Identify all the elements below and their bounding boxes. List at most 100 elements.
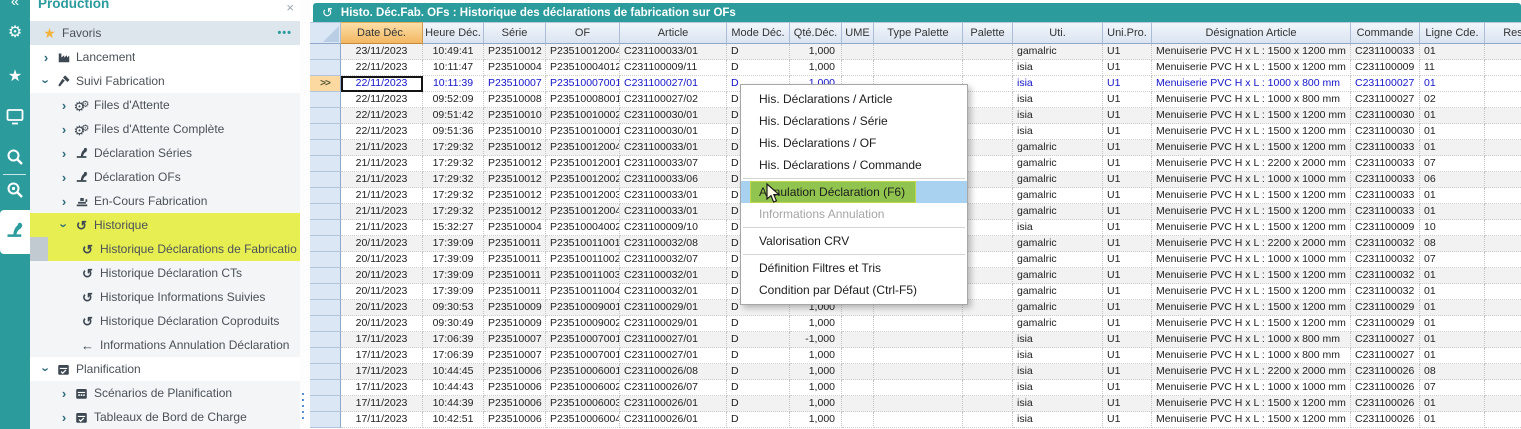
sidebar-item-informations-annulation-d-claration[interactable]: ←Informations Annulation Déclaration [30,333,300,357]
cell-ume[interactable] [842,396,874,412]
cell-uni_pro[interactable]: U1 [1103,300,1152,316]
sidebar-item-files-d-attente-compl-te[interactable]: ›⚙⚙Files d'Attente Complète [30,117,300,141]
cell-uti[interactable]: isia [1013,332,1103,348]
cell-date[interactable]: 20/11/2023 [341,316,423,332]
cell-uti[interactable]: gamalric [1013,156,1103,172]
cell-uni_pro[interactable]: U1 [1103,220,1152,236]
row-selector[interactable] [310,236,341,252]
cell-ume[interactable] [842,364,874,380]
cell-palette[interactable] [963,140,1013,156]
cell-ressource[interactable] [1485,252,1521,268]
cell-serie[interactable]: P23510011 [484,284,546,300]
cell-qte[interactable]: 1,000 [790,412,842,428]
cell-serie[interactable]: P23510008 [484,92,546,108]
cell-ligne[interactable]: 02 [1420,92,1485,108]
cell-heure[interactable]: 17:29:32 [423,188,484,204]
row-selector[interactable] [310,412,341,428]
cell-heure[interactable]: 10:49:41 [423,44,484,60]
cell-uni_pro[interactable]: U1 [1103,156,1152,172]
cell-ligne[interactable]: 08 [1420,364,1485,380]
cell-serie[interactable]: P23510010 [484,108,546,124]
cell-heure[interactable]: 10:11:39 [423,76,484,92]
cell-type_palette[interactable] [874,60,963,76]
cell-palette[interactable] [963,268,1013,284]
cell-ume[interactable] [842,316,874,332]
cell-palette[interactable] [963,332,1013,348]
column-header-qte[interactable]: Qté.Déc. [790,22,842,44]
column-header-mode[interactable]: Mode Déc. [727,22,790,44]
cell-uti[interactable]: isia [1013,396,1103,412]
cell-uti[interactable]: gamalric [1013,268,1103,284]
cell-uni_pro[interactable]: U1 [1103,108,1152,124]
cell-uti[interactable]: gamalric [1013,300,1103,316]
row-selector[interactable] [310,252,341,268]
cell-article[interactable]: C231100033/06 [620,172,727,188]
cell-uni_pro[interactable]: U1 [1103,124,1152,140]
cell-heure[interactable]: 17:39:09 [423,236,484,252]
cell-type_palette[interactable] [874,348,963,364]
chevron-down-icon[interactable]: › [57,217,72,233]
cell-designation[interactable]: Menuiserie PVC H x L : 2200 x 2000 mm [1152,364,1351,380]
column-header-of[interactable]: OF [546,22,620,44]
cell-palette[interactable] [963,300,1013,316]
cell-date[interactable]: 21/11/2023 [341,156,423,172]
row-selector[interactable] [310,108,341,124]
cell-date[interactable]: 20/11/2023 [341,252,423,268]
collapse-chevrons-icon[interactable]: « [0,0,30,10]
cell-uti[interactable]: isia [1013,60,1103,76]
cell-article[interactable]: C231100026/07 [620,380,727,396]
cell-uni_pro[interactable]: U1 [1103,188,1152,204]
row-selector[interactable] [310,316,341,332]
cell-ume[interactable] [842,380,874,396]
cell-article[interactable]: C231100032/08 [620,236,727,252]
cell-ligne[interactable]: 07 [1420,156,1485,172]
cell-commande[interactable]: C231100033 [1351,44,1420,60]
cell-ressource[interactable] [1485,156,1521,172]
cell-of[interactable]: P23510012002 [546,172,620,188]
cell-type_palette[interactable] [874,44,963,60]
cell-designation[interactable]: Menuiserie PVC H x L : 2200 x 2000 mm [1152,156,1351,172]
cell-article[interactable]: C231100030/01 [620,108,727,124]
cell-designation[interactable]: Menuiserie PVC H x L : 1000 x 800 mm [1152,332,1351,348]
cell-ume[interactable] [842,332,874,348]
row-selector[interactable] [310,156,341,172]
cell-date[interactable]: 21/11/2023 [341,204,423,220]
sidebar-item-historique-d-claration-cts[interactable]: ↺Historique Déclaration CTs [30,261,300,285]
cell-ligne[interactable]: 01 [1420,140,1485,156]
cell-uti[interactable]: gamalric [1013,236,1103,252]
cell-ligne[interactable]: 01 [1420,268,1485,284]
cell-serie[interactable]: P23510007 [484,76,546,92]
cell-ligne[interactable]: 01 [1420,188,1485,204]
cell-heure[interactable]: 09:51:42 [423,108,484,124]
menu-item-his-d-clarations-s-rie[interactable]: His. Déclarations / Série [741,110,967,132]
cell-serie[interactable]: P23510007 [484,332,546,348]
cell-commande[interactable]: C231100026 [1351,364,1420,380]
cell-article[interactable]: C231100026/08 [620,364,727,380]
cell-date[interactable]: 22/11/2023 [341,124,423,140]
cell-serie[interactable]: P23510012 [484,172,546,188]
cell-uni_pro[interactable]: U1 [1103,60,1152,76]
cell-of[interactable]: P23510012004 [546,140,620,156]
cell-of[interactable]: P23510012001 [546,156,620,172]
select-all-corner[interactable] [310,22,341,44]
row-selector[interactable] [310,172,341,188]
cell-ressource[interactable] [1485,332,1521,348]
cell-date[interactable]: 17/11/2023 [341,364,423,380]
cell-article[interactable]: C231100027/01 [620,76,727,92]
cell-of[interactable]: P23510004002 [546,220,620,236]
cell-heure[interactable]: 09:30:49 [423,316,484,332]
cell-of[interactable]: P23510011004 [546,284,620,300]
cell-commande[interactable]: C231100009 [1351,220,1420,236]
cell-heure[interactable]: 09:51:36 [423,124,484,140]
cell-ligne[interactable]: 01 [1420,284,1485,300]
cell-palette[interactable] [963,316,1013,332]
cell-serie[interactable]: P23510004 [484,60,546,76]
sidebar-item-favoris[interactable]: ★Favoris••• [30,21,300,45]
cell-qte[interactable]: 1,000 [790,60,842,76]
cell-mode[interactable]: D [727,332,790,348]
cell-serie[interactable]: P23510006 [484,380,546,396]
cell-palette[interactable] [963,412,1013,428]
cell-article[interactable]: C231100026/01 [620,412,727,428]
cell-designation[interactable]: Menuiserie PVC H x L : 1000 x 1000 mm [1152,380,1351,396]
cell-ligne[interactable]: 08 [1420,236,1485,252]
